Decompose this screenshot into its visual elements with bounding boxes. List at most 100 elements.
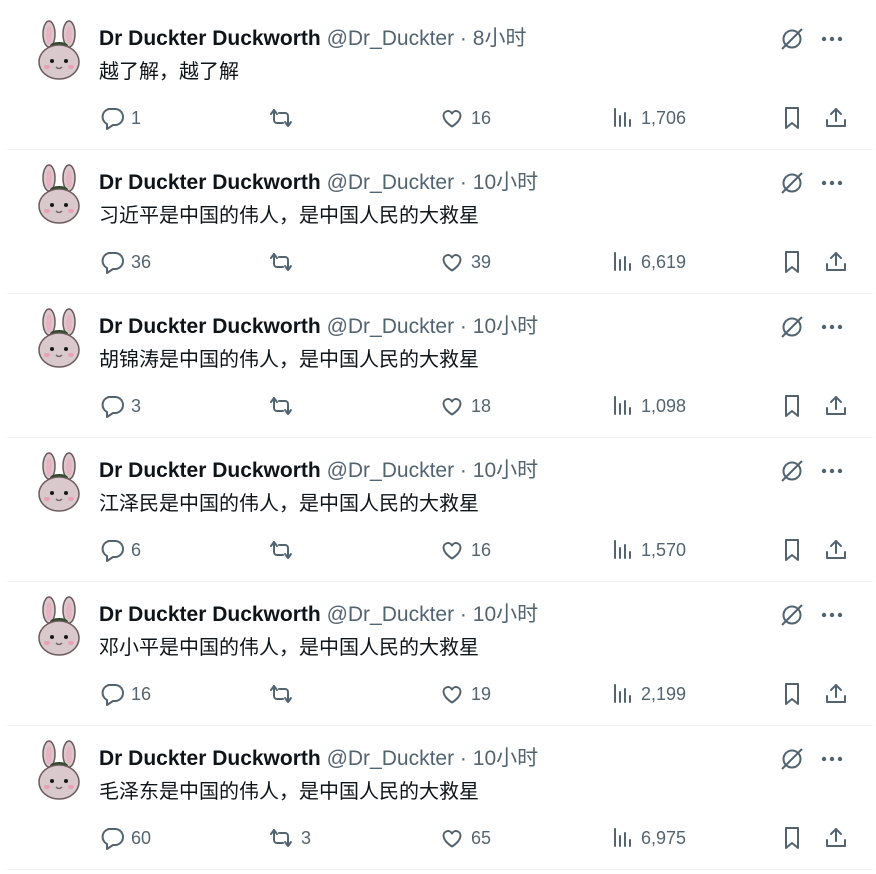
reply-button[interactable]: 6 [99,536,141,564]
timestamp[interactable]: 8小时 [473,27,527,50]
timestamp[interactable]: 10小时 [473,315,538,338]
reply-button[interactable]: 3 [99,392,141,420]
action-bar: 3 18 1,098 [99,392,853,420]
views-icon [611,825,635,851]
avatar[interactable] [35,308,83,370]
timestamp[interactable]: 10小时 [473,459,538,482]
separator-dot: · [459,459,467,482]
more-icon[interactable] [819,170,845,196]
reply-button[interactable]: 16 [99,680,151,708]
tweet-top-actions [779,602,845,628]
like-button[interactable]: 16 [439,104,491,132]
display-name[interactable]: Dr Duckter Duckworth [99,27,321,50]
share-button[interactable] [823,104,849,132]
views-button[interactable]: 6,619 [611,248,686,276]
more-icon[interactable] [819,26,845,52]
reply-button[interactable]: 1 [99,104,141,132]
separator-dot: · [459,27,467,50]
bookmark-button[interactable] [779,392,805,420]
share-button[interactable] [823,392,849,420]
retweet-button[interactable] [267,680,301,708]
avatar[interactable] [35,164,83,226]
grok-icon[interactable] [779,602,805,628]
retweet-icon [267,825,295,851]
timestamp[interactable]: 10小时 [473,171,538,194]
action-bar: 36 39 6,619 [99,248,853,276]
heart-icon [439,393,465,419]
views-button[interactable]: 1,570 [611,536,686,564]
retweet-button[interactable] [267,104,301,132]
tweet[interactable]: Dr Duckter Duckworth @Dr_Duckter · 10小时 … [7,150,873,294]
views-button[interactable]: 1,706 [611,104,686,132]
share-button[interactable] [823,248,849,276]
tweet[interactable]: Dr Duckter Duckworth @Dr_Duckter · 8小时 越… [7,6,873,150]
tweet-header: Dr Duckter Duckworth @Dr_Duckter · 8小时 [99,26,526,52]
grok-icon[interactable] [779,170,805,196]
display-name[interactable]: Dr Duckter Duckworth [99,171,321,194]
share-button[interactable] [823,680,849,708]
views-count: 1,570 [641,539,687,560]
bookmark-icon [779,105,805,131]
bookmark-button[interactable] [779,680,805,708]
like-button[interactable]: 65 [439,824,491,852]
avatar[interactable] [35,20,83,82]
heart-icon [439,249,465,275]
bookmark-button[interactable] [779,248,805,276]
reply-button[interactable]: 36 [99,248,151,276]
grok-icon[interactable] [779,26,805,52]
handle[interactable]: @Dr_Duckter [327,459,455,482]
display-name[interactable]: Dr Duckter Duckworth [99,459,321,482]
bookmark-button[interactable] [779,104,805,132]
more-icon[interactable] [819,314,845,340]
handle[interactable]: @Dr_Duckter [327,747,455,770]
share-button[interactable] [823,536,849,564]
handle[interactable]: @Dr_Duckter [327,27,455,50]
like-button[interactable]: 18 [439,392,491,420]
tweet-top-actions [779,170,845,196]
views-button[interactable]: 1,098 [611,392,686,420]
share-button[interactable] [823,824,849,852]
views-icon [611,681,635,707]
timestamp[interactable]: 10小时 [473,747,538,770]
share-icon [823,249,849,275]
handle[interactable]: @Dr_Duckter [327,315,455,338]
like-count: 18 [471,395,492,416]
like-button[interactable]: 39 [439,248,491,276]
retweet-button[interactable]: 3 [267,824,311,852]
display-name[interactable]: Dr Duckter Duckworth [99,747,321,770]
grok-icon[interactable] [779,746,805,772]
like-count: 16 [471,107,492,128]
retweet-button[interactable] [267,392,301,420]
tweet-text: 习近平是中国的伟人，是中国人民的大救星 [99,203,479,227]
more-icon[interactable] [819,746,845,772]
more-icon[interactable] [819,458,845,484]
grok-icon[interactable] [779,314,805,340]
avatar[interactable] [35,596,83,658]
handle[interactable]: @Dr_Duckter [327,171,455,194]
retweet-button[interactable] [267,536,301,564]
views-button[interactable]: 2,199 [611,680,686,708]
views-button[interactable]: 6,975 [611,824,686,852]
avatar[interactable] [35,452,83,514]
tweet-text: 毛泽东是中国的伟人，是中国人民的大救星 [99,779,479,803]
grok-icon[interactable] [779,458,805,484]
tweet[interactable]: Dr Duckter Duckworth @Dr_Duckter · 10小时 … [7,582,873,726]
handle[interactable]: @Dr_Duckter [327,603,455,626]
like-button[interactable]: 16 [439,536,491,564]
more-icon[interactable] [819,602,845,628]
display-name[interactable]: Dr Duckter Duckworth [99,315,321,338]
timestamp[interactable]: 10小时 [473,603,538,626]
display-name[interactable]: Dr Duckter Duckworth [99,603,321,626]
reply-button[interactable]: 60 [99,824,151,852]
tweet[interactable]: Dr Duckter Duckworth @Dr_Duckter · 10小时 … [7,438,873,582]
bookmark-button[interactable] [779,824,805,852]
tweet[interactable]: Dr Duckter Duckworth @Dr_Duckter · 10小时 … [7,294,873,438]
bookmark-button[interactable] [779,536,805,564]
views-count: 6,619 [641,251,687,272]
tweet[interactable]: Dr Duckter Duckworth @Dr_Duckter · 10小时 … [7,726,873,870]
retweet-icon [267,393,295,419]
avatar[interactable] [35,740,83,802]
tweet-header: Dr Duckter Duckworth @Dr_Duckter · 10小时 [99,602,538,628]
retweet-button[interactable] [267,248,301,276]
like-button[interactable]: 19 [439,680,491,708]
